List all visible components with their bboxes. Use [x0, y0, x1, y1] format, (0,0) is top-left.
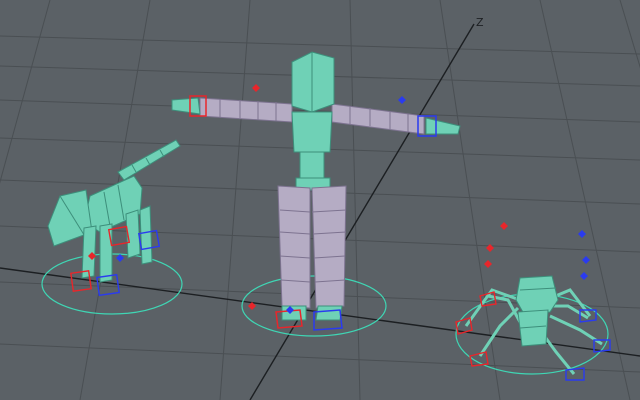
torso-mesh[interactable]: [291, 111, 333, 153]
head-mesh[interactable]: [291, 51, 335, 113]
z-axis-label: Z: [476, 16, 484, 29]
elbow-pole-handle[interactable]: [398, 96, 406, 104]
right-arm-mesh[interactable]: [331, 103, 425, 135]
pole-vector-handle[interactable]: [484, 260, 492, 268]
pole-vector-handle[interactable]: [578, 230, 586, 238]
3d-viewport[interactable]: Z: [0, 0, 640, 400]
pole-vector-handle[interactable]: [582, 256, 590, 264]
spider-abdomen-mesh[interactable]: [515, 275, 559, 315]
quadruped-rig[interactable]: [41, 139, 183, 315]
pole-vector-handle[interactable]: [500, 222, 508, 230]
left-arm-mesh[interactable]: [199, 97, 293, 123]
rear-leg-mesh[interactable]: [139, 205, 153, 265]
pole-vector-handle[interactable]: [116, 254, 124, 262]
biped-rig[interactable]: [171, 51, 461, 337]
right-hand-mesh[interactable]: [425, 117, 461, 135]
elbow-pole-handle[interactable]: [252, 84, 260, 92]
left-foot-mesh[interactable]: [281, 305, 307, 321]
pole-vector-handle[interactable]: [580, 272, 588, 280]
viewport-canvas[interactable]: [0, 0, 640, 400]
spider-leg[interactable]: [478, 306, 520, 357]
right-foot-mesh[interactable]: [315, 305, 343, 321]
left-hand-mesh[interactable]: [171, 97, 201, 115]
pole-vector-handle[interactable]: [486, 244, 494, 252]
front-leg-mesh[interactable]: [99, 223, 113, 283]
left-leg-mesh[interactable]: [277, 185, 311, 309]
right-leg-mesh[interactable]: [311, 185, 347, 309]
tail-mesh[interactable]: [117, 139, 181, 181]
